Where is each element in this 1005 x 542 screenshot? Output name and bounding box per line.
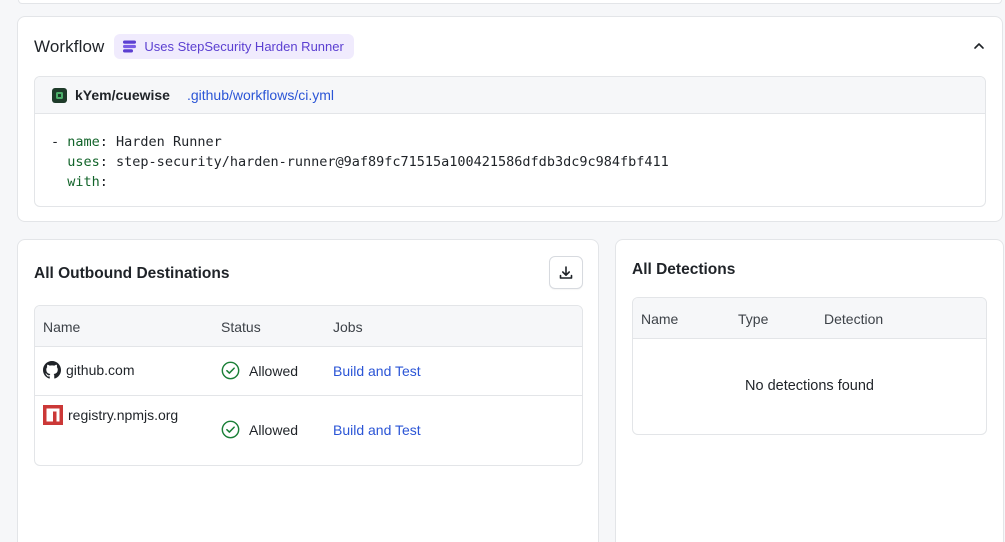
workflow-card: Workflow Uses StepSecurity Harden Runner… xyxy=(17,16,1003,222)
status-text: Allowed xyxy=(249,421,299,438)
code-snippet: - name: Harden Runner uses: step-securit… xyxy=(51,134,669,190)
badge-label: Uses StepSecurity Harden Runner xyxy=(144,39,344,54)
workflow-code-box: kYem/cuewise .github/workflows/ci.yml - … xyxy=(34,76,986,207)
column-type: Type xyxy=(738,311,769,327)
workflow-title: Workflow xyxy=(34,36,105,56)
detections-table: Name Type Detection No detections found xyxy=(632,297,987,435)
destination-name-text: github.com xyxy=(66,362,135,378)
npm-icon xyxy=(43,405,63,425)
detections-table-header: Name Type Detection xyxy=(633,298,986,339)
previous-card-edge xyxy=(18,0,1002,4)
table-row: registry.npmjs.org Allowed Build and Tes… xyxy=(35,396,582,465)
job-link[interactable]: Build and Test xyxy=(333,422,421,438)
outbound-table-header: Name Status Jobs xyxy=(35,306,582,347)
status-allowed: Allowed xyxy=(221,361,298,380)
outbound-destinations-card: All Outbound Destinations Name Status Jo… xyxy=(17,239,599,542)
job-link[interactable]: Build and Test xyxy=(333,363,421,379)
harden-runner-badge: Uses StepSecurity Harden Runner xyxy=(114,34,354,59)
code-header: kYem/cuewise .github/workflows/ci.yml xyxy=(35,77,985,114)
column-status: Status xyxy=(221,319,261,335)
table-row: github.com Allowed Build and Test xyxy=(35,347,582,396)
workflow-file-link[interactable]: .github/workflows/ci.yml xyxy=(187,87,334,103)
destination-name: github.com xyxy=(43,361,134,379)
empty-state-message: No detections found xyxy=(745,378,874,394)
repo-name: kYem/cuewise xyxy=(75,87,170,103)
repo-avatar-icon xyxy=(52,87,67,103)
download-icon xyxy=(559,265,573,279)
code-value-name: Harden Runner xyxy=(116,134,222,150)
stepsecurity-logo-icon xyxy=(123,40,137,53)
outbound-table: Name Status Jobs github.com Allowed Buil… xyxy=(34,305,583,466)
workflow-header: Workflow Uses StepSecurity Harden Runner xyxy=(34,34,354,59)
detections-card: All Detections Name Type Detection No de… xyxy=(615,239,1004,542)
detections-title: All Detections xyxy=(632,261,736,278)
chevron-up-icon[interactable] xyxy=(972,39,986,53)
check-circle-icon xyxy=(221,420,240,439)
code-key-name: name xyxy=(67,134,100,150)
destination-name: registry.npmjs.org xyxy=(43,405,178,425)
column-name: Name xyxy=(641,311,679,327)
status-allowed: Allowed xyxy=(221,420,298,439)
status-text: Allowed xyxy=(249,362,299,379)
column-detection: Detection xyxy=(824,311,884,327)
check-circle-icon xyxy=(221,361,240,380)
column-name: Name xyxy=(43,319,81,335)
code-value-uses: step-security/harden-runner@9af89fc71515… xyxy=(116,154,669,170)
code-dash: - xyxy=(51,134,68,150)
code-key-with: with xyxy=(67,174,100,190)
outbound-title: All Outbound Destinations xyxy=(34,265,230,282)
code-key-uses: uses xyxy=(67,154,100,170)
download-button[interactable] xyxy=(549,256,583,289)
github-icon xyxy=(43,361,61,379)
column-jobs: Jobs xyxy=(333,319,363,335)
destination-name-text: registry.npmjs.org xyxy=(68,407,179,423)
